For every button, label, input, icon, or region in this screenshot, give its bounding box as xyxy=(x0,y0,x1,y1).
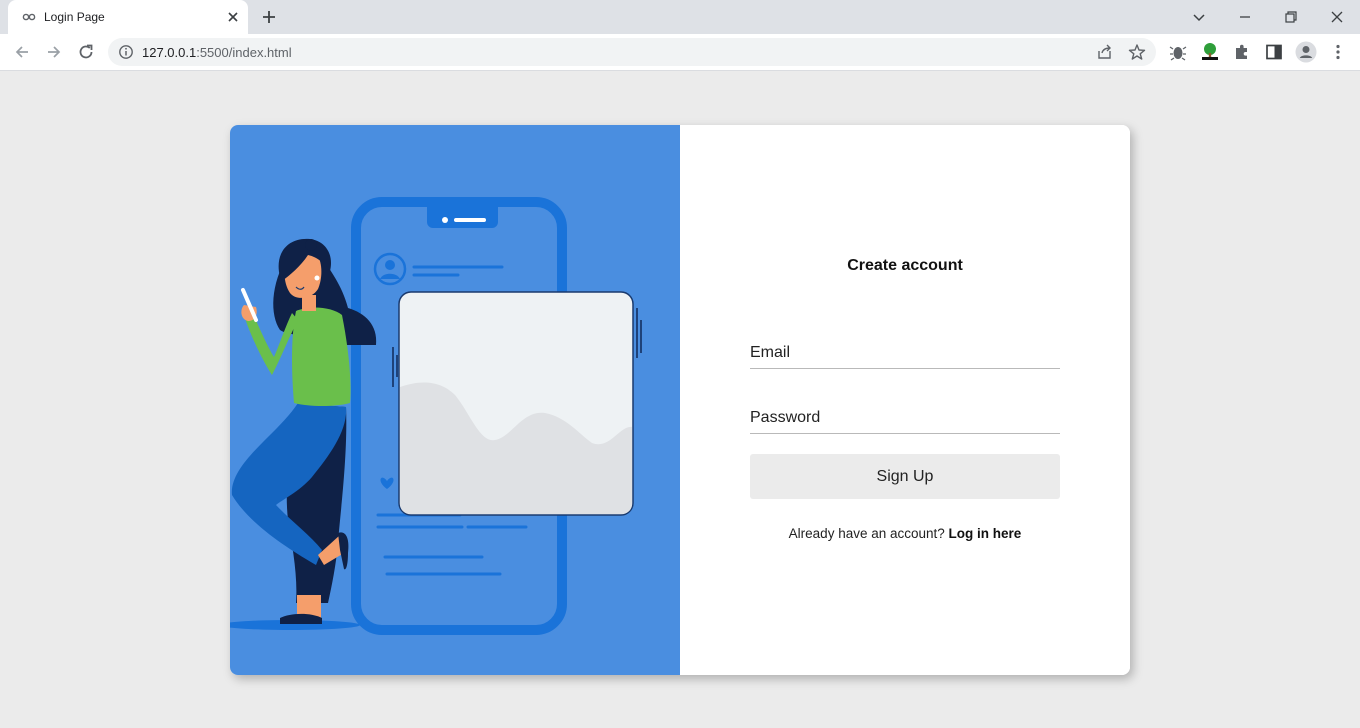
restore-icon[interactable] xyxy=(1279,5,1303,29)
signup-button[interactable]: Sign Up xyxy=(750,454,1060,499)
extensions-puzzle-icon[interactable] xyxy=(1232,42,1252,62)
side-panel-icon[interactable] xyxy=(1264,42,1284,62)
close-window-icon[interactable] xyxy=(1325,5,1349,29)
form-title: Create account xyxy=(847,257,963,274)
login-prompt-text: Already have an account? xyxy=(788,526,945,541)
new-tab-icon[interactable] xyxy=(259,7,279,27)
login-prompt: Already have an account? Log in here xyxy=(680,526,1130,541)
browser-tab[interactable]: Login Page xyxy=(8,0,248,34)
bug-extension-icon[interactable] xyxy=(1168,42,1188,62)
password-field[interactable] xyxy=(750,388,1060,434)
close-tab-icon[interactable] xyxy=(224,8,242,26)
site-info-icon[interactable] xyxy=(118,44,134,60)
browser-toolbar: 127.0.0.1:5500/index.html xyxy=(0,34,1360,71)
url-host: 127.0.0.1 xyxy=(142,45,197,60)
address-bar[interactable]: 127.0.0.1:5500/index.html xyxy=(108,38,1156,66)
signup-card: Create account Sign Up Already have an a… xyxy=(230,125,1130,675)
tree-extension-icon[interactable] xyxy=(1200,42,1220,62)
reload-icon[interactable] xyxy=(76,42,96,62)
live-server-icon xyxy=(22,13,36,21)
back-icon[interactable] xyxy=(12,42,32,62)
login-link[interactable]: Log in here xyxy=(949,526,1022,541)
forward-icon[interactable] xyxy=(44,42,64,62)
tab-strip: Login Page xyxy=(0,0,1360,34)
url-path: :5500/index.html xyxy=(196,45,292,60)
url-text: 127.0.0.1:5500/index.html xyxy=(142,45,292,60)
tab-title: Login Page xyxy=(44,10,105,24)
bookmark-star-icon[interactable] xyxy=(1128,43,1146,61)
minimize-icon[interactable] xyxy=(1233,5,1257,29)
tab-search-icon[interactable] xyxy=(1187,5,1211,29)
share-icon[interactable] xyxy=(1096,43,1114,61)
email-field[interactable] xyxy=(750,323,1060,369)
illustration-panel xyxy=(230,125,680,675)
woman-with-phone-illustration xyxy=(230,197,642,635)
signup-form-panel: Create account Sign Up Already have an a… xyxy=(680,125,1130,675)
profile-avatar-icon[interactable] xyxy=(1295,41,1317,63)
menu-kebab-icon[interactable] xyxy=(1328,42,1348,62)
